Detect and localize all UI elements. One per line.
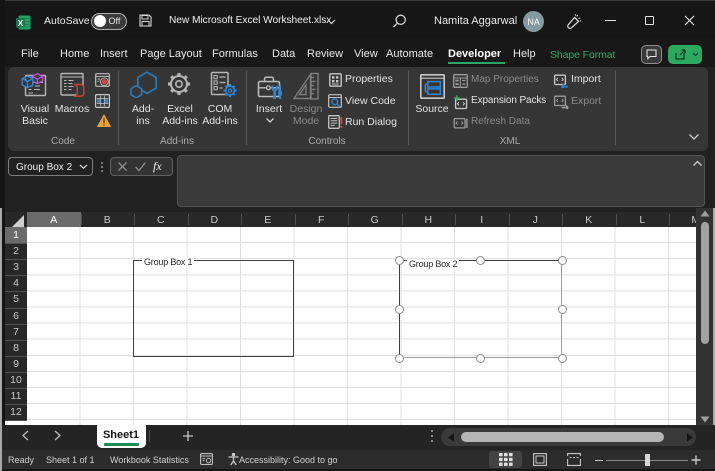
svg-text:X: X — [18, 18, 24, 28]
